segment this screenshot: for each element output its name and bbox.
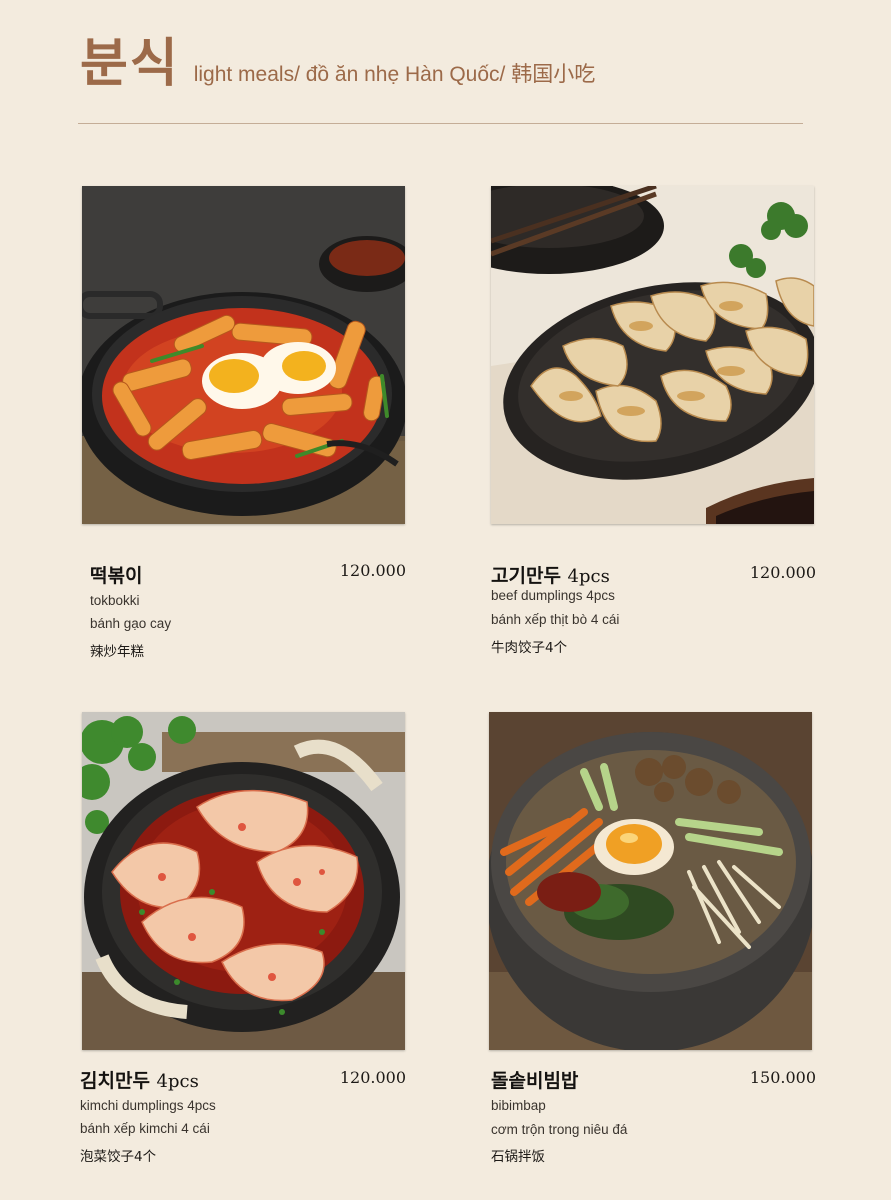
kimchi-dumplings-photo <box>82 712 405 1050</box>
item-english-name: tokbokki <box>90 593 140 608</box>
item-chinese-name: 辣炒年糕 <box>90 644 144 660</box>
item-vietnamese-name: cơm trộn trong niêu đá <box>491 1122 628 1137</box>
page-subtitle: light meals/ đồ ăn nhẹ Hàn Quốc/ 韩国小吃 <box>193 63 596 86</box>
bibimbap-photo <box>489 712 812 1050</box>
item-price: 120.000 <box>339 1068 406 1087</box>
item-chinese-name: 泡菜饺子4个 <box>80 1149 157 1165</box>
item-price: 150.000 <box>749 1068 816 1087</box>
item-name: 떡볶이 <box>90 565 143 587</box>
page-header: 분식 light meals/ đồ ăn nhẹ Hàn Quốc/ 韩国小吃 <box>80 38 595 90</box>
item-chinese-name: 牛肉饺子4个 <box>491 640 568 656</box>
tteokbokki-photo <box>82 186 405 524</box>
item-price: 120.000 <box>749 563 816 582</box>
page-title: 분식 <box>80 34 180 94</box>
item-name: 김치만두 4pcs <box>80 1070 199 1092</box>
item-english-name: beef dumplings 4pcs <box>491 588 615 603</box>
item-name: 고기만두 4pcs <box>491 565 610 587</box>
item-chinese-name: 石锅拌饭 <box>491 1149 545 1165</box>
item-english-name: bibimbap <box>491 1098 546 1113</box>
header-divider <box>78 123 803 124</box>
item-vietnamese-name: bánh xếp kimchi 4 cái <box>80 1121 210 1136</box>
item-english-name: kimchi dumplings 4pcs <box>80 1098 216 1113</box>
item-vietnamese-name: bánh gạo cay <box>90 616 172 631</box>
item-vietnamese-name: bánh xếp thịt bò 4 cái <box>491 612 620 627</box>
item-name: 돌솥비빔밥 <box>491 1070 579 1092</box>
item-price: 120.000 <box>339 561 406 580</box>
beef-dumplings-photo <box>491 186 814 524</box>
